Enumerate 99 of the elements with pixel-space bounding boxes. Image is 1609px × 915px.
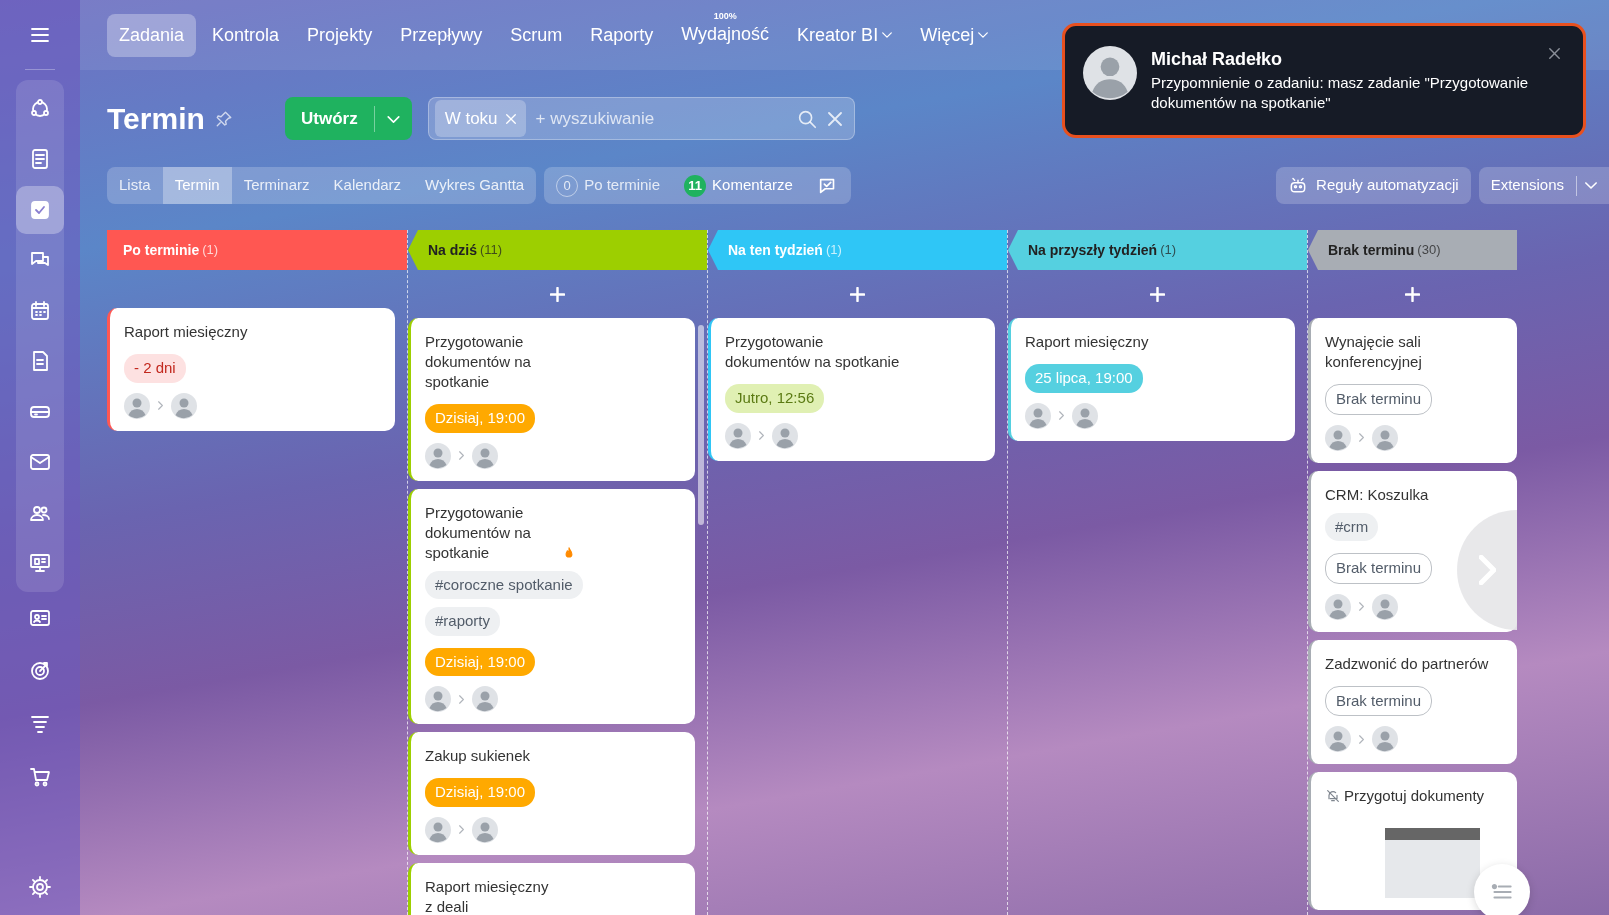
column-title: Po terminie [123, 240, 200, 260]
presentation-icon [28, 551, 52, 575]
target-icon [28, 659, 52, 683]
task-card[interactable]: Raport miesięczny 25 lipca, 19:00 [1008, 318, 1295, 441]
task-card[interactable]: Przygotowanie dokumentów na spotkanie Jutro, 12:56 [708, 318, 995, 461]
task-title[interactable]: CRM: Koszulka [1325, 484, 1429, 505]
user-avatar [1325, 726, 1351, 752]
nav-tab[interactable]: Więcej [908, 13, 1001, 57]
task-title[interactable]: Przygotowanie dokumentów na spotkanie [425, 502, 560, 563]
chevron-down-icon [386, 115, 400, 123]
percent-label: 100% [713, 10, 737, 21]
cart-icon [28, 765, 52, 789]
task-card[interactable]: Przygotowanie dokumentów na spotkanie #coroczne spotkanie #raporty Dzisiaj, 19:00 [408, 488, 695, 724]
automation-button[interactable]: Reguły automatyzacji [1276, 167, 1471, 204]
column-title: Na przyszły tydzień [1028, 240, 1158, 260]
page-title: Termin [107, 103, 205, 134]
plus-icon [550, 286, 565, 302]
user-avatar [1372, 593, 1398, 620]
chevron-right-icon [1359, 602, 1364, 611]
user-avatar [472, 816, 498, 843]
task-card[interactable]: Przygotuj dokumenty [1308, 772, 1517, 910]
task-title[interactable]: Wynajęcie sali konferencyjnej [1325, 332, 1503, 372]
chevron-right-icon [1359, 433, 1364, 442]
user-avatar [472, 442, 498, 469]
task-card[interactable]: Raport miesięczny - 2 dni [107, 308, 395, 431]
chevron-right-icon [459, 451, 464, 460]
close-icon [1548, 47, 1560, 59]
plus-icon [1150, 286, 1165, 302]
column-count: (1) [825, 241, 842, 260]
task-title[interactable]: Zadzwonić do partnerów [1325, 653, 1489, 674]
scrollbar[interactable] [698, 325, 704, 525]
user-avatar [171, 392, 197, 419]
task-title[interactable]: Przygotuj dokumenty [1344, 786, 1485, 806]
list-button[interactable] [1474, 864, 1530, 915]
task-title[interactable]: Przygotowanie dokumentów na spotkanie [725, 332, 910, 372]
user-avatar [1372, 424, 1398, 451]
chevron-right-icon [158, 401, 163, 410]
sender-name: Michał Radełko [1151, 48, 1284, 71]
column-title: Na dziś [428, 240, 477, 260]
deadline-label[interactable]: Brak terminu [1325, 553, 1433, 584]
task-title[interactable]: Raport miesięczny [1025, 332, 1149, 352]
chevron-right-icon [459, 694, 464, 704]
user-avatar [1072, 402, 1098, 429]
column-count: (1) [202, 241, 219, 260]
column-title: Brak terminu [1328, 240, 1415, 260]
task-card[interactable]: Przygotowanie dokumentów na spotkanie Dzisiaj, 19:00 [408, 318, 695, 481]
task-title[interactable]: Przygotowanie dokumentów na spotkanie [425, 332, 560, 392]
nav-tab[interactable]: Projekty [295, 13, 385, 57]
calendar-icon [28, 298, 52, 323]
nav-tab[interactable]: Kontrola [200, 13, 292, 57]
deadline-label[interactable]: Brak terminu [1325, 685, 1433, 716]
notification-text: Przypomnienie o zadaniu: masz zadanie "Przygotowanie dokumentów na spotkanie" [1151, 73, 1530, 113]
user-avatar [472, 686, 498, 712]
pin-icon[interactable] [214, 109, 233, 128]
chevron-right-icon [1359, 734, 1364, 744]
plus-icon [1405, 286, 1420, 302]
task-card[interactable]: Zakup sukienek Dzisiaj, 19:00 [408, 732, 695, 855]
chevron-down-icon [1585, 182, 1597, 189]
deadline-label[interactable]: Jutro, 12:56 [725, 384, 825, 413]
close-icon [505, 113, 516, 124]
nav-tab[interactable]: Raporty [578, 13, 666, 57]
user-avatar [1083, 46, 1137, 100]
user-avatar [425, 442, 451, 469]
user-avatar [425, 816, 451, 843]
hashtag[interactable]: #coroczne spotkanie [425, 570, 583, 599]
column-count: (11) [480, 241, 503, 260]
clear-icon[interactable] [827, 111, 842, 126]
task-title[interactable]: Zakup sukienek [425, 746, 531, 766]
nav-tab[interactable]: 100% Wydajność [669, 10, 782, 54]
hashtag[interactable]: #raporty [425, 607, 501, 636]
nav-tab[interactable]: Przepływy [388, 13, 495, 57]
task-card[interactable]: Zadzwonić do partnerów Brak terminu [1308, 639, 1517, 764]
nav-tab[interactable]: Scrum [498, 13, 575, 57]
task-card[interactable]: Raport miesięczny z deali [408, 862, 695, 915]
user-avatar [425, 686, 451, 712]
extensions-button[interactable]: Extensions [1478, 167, 1609, 204]
task-title[interactable]: Raport miesięczny z deali [425, 876, 560, 915]
column-title: Na ten tydzień [728, 240, 823, 260]
user-avatar [1372, 726, 1398, 752]
nav-tab[interactable]: Kreator BI [785, 13, 905, 57]
user-avatar [772, 422, 798, 449]
column-count: (1) [1160, 241, 1177, 260]
deadline-label[interactable]: Brak terminu [1325, 384, 1433, 415]
sidebar-item[interactable] [16, 185, 64, 234]
settings-icon [28, 875, 52, 899]
chevron-right-icon [1059, 411, 1064, 420]
user-avatar [1325, 593, 1351, 620]
hashtag[interactable]: #crm [1325, 512, 1379, 541]
user-avatar [124, 392, 150, 419]
user-avatar [1025, 402, 1051, 429]
task-title[interactable]: Raport miesięczny [124, 322, 248, 342]
deadline-label[interactable]: - 2 dni [124, 354, 186, 383]
user-avatar [725, 422, 751, 449]
task-card[interactable]: Wynajęcie sali konferencyjnej Brak terminu [1308, 318, 1517, 463]
column-count: (30) [1417, 241, 1441, 260]
chevron-right-icon [759, 431, 764, 440]
user-avatar [1325, 424, 1351, 451]
plus-icon [850, 286, 865, 302]
chevron-right-icon [459, 825, 464, 834]
